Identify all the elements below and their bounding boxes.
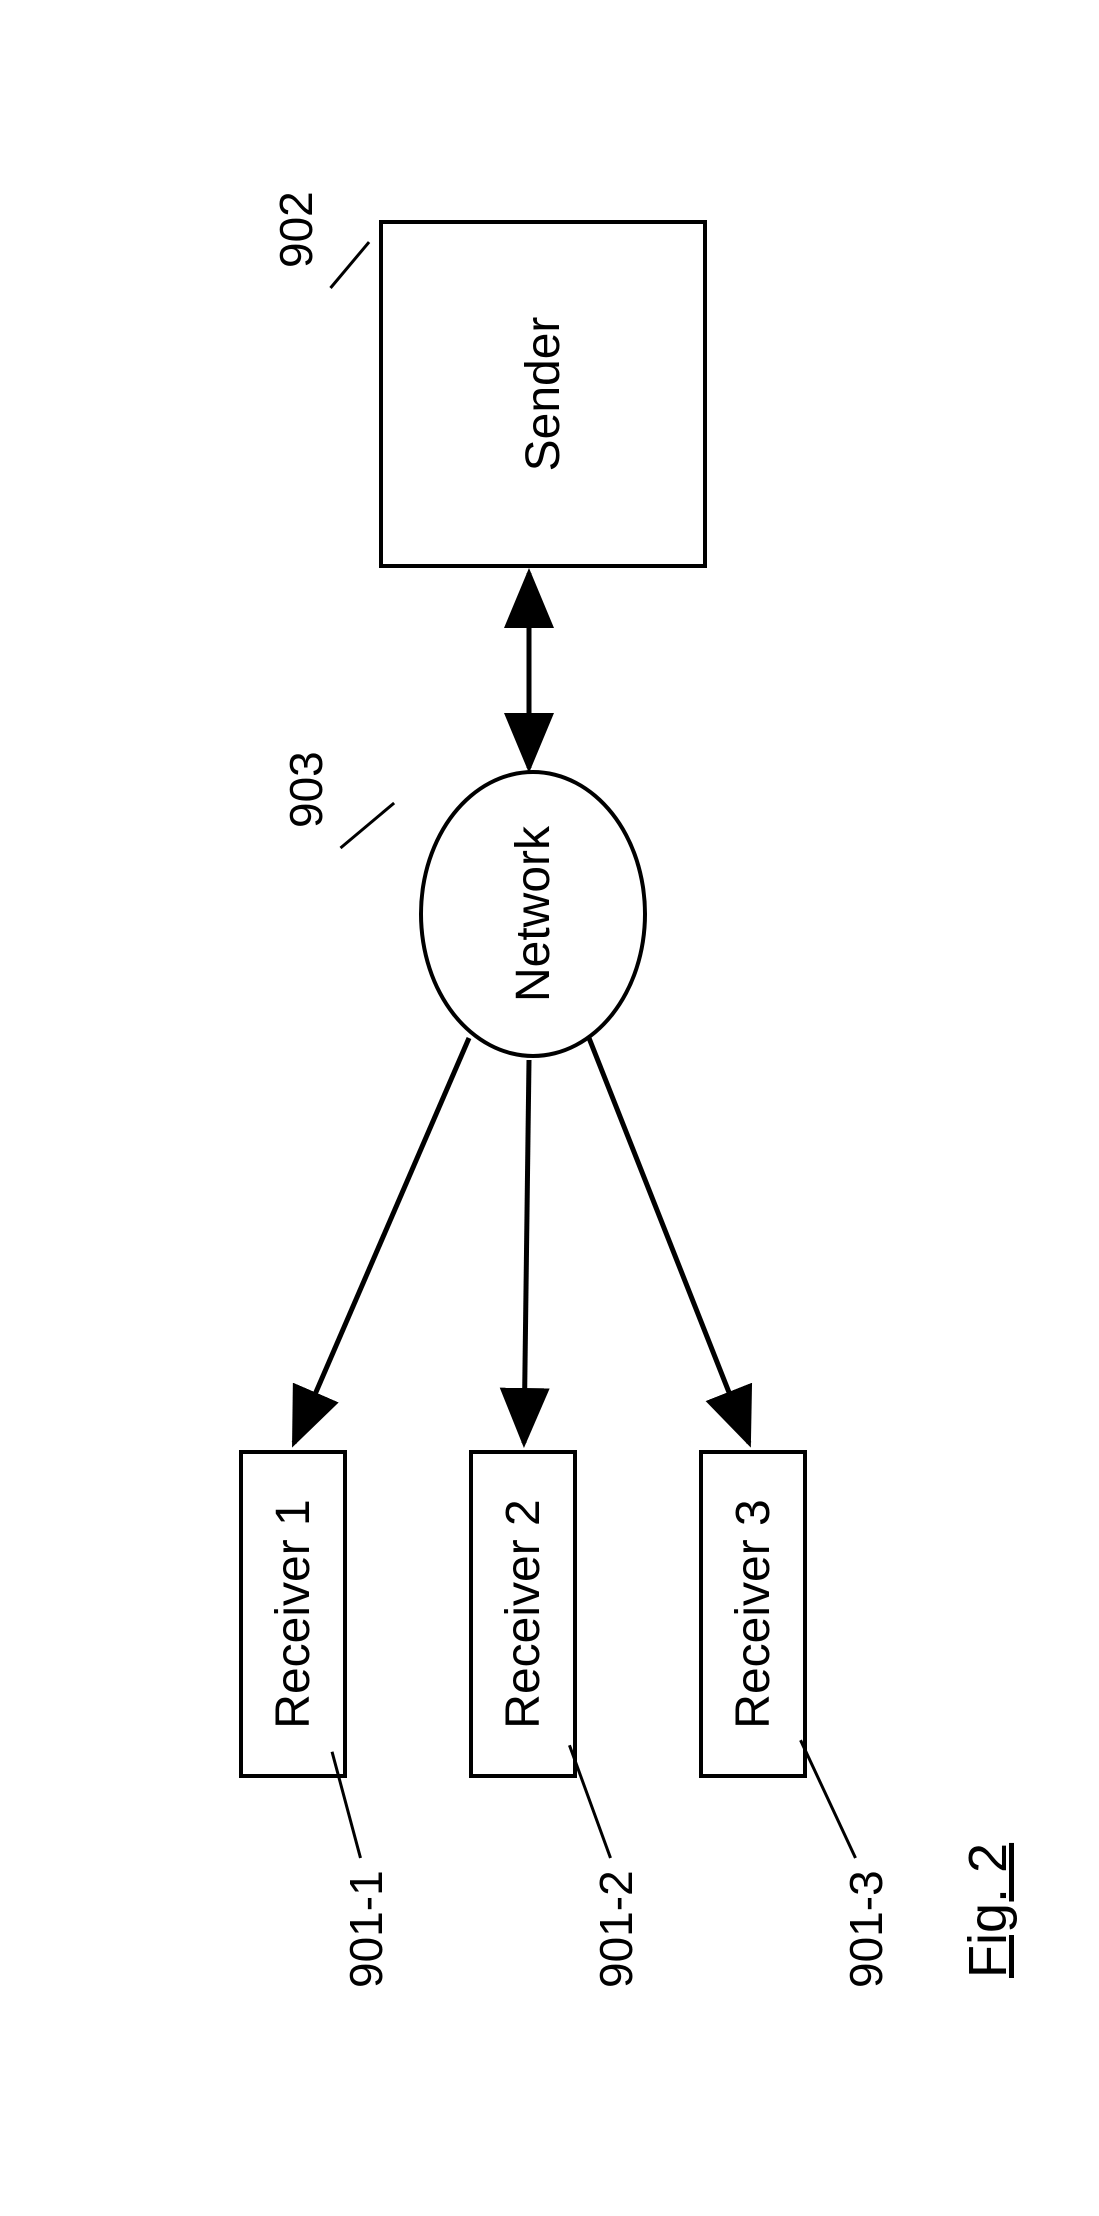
page: Sender 902 Network 903 Receiver 1 901-1 …: [0, 0, 1099, 2216]
arrow-network-receiver3: [589, 1038, 749, 1443]
arrows-svg: [49, 158, 1049, 2058]
diagram-container: Sender 902 Network 903 Receiver 1 901-1 …: [0, 608, 1099, 1608]
arrow-network-receiver1: [294, 1038, 469, 1443]
diagram: Sender 902 Network 903 Receiver 1 901-1 …: [49, 158, 1049, 2058]
arrow-network-receiver2: [524, 1060, 529, 1443]
